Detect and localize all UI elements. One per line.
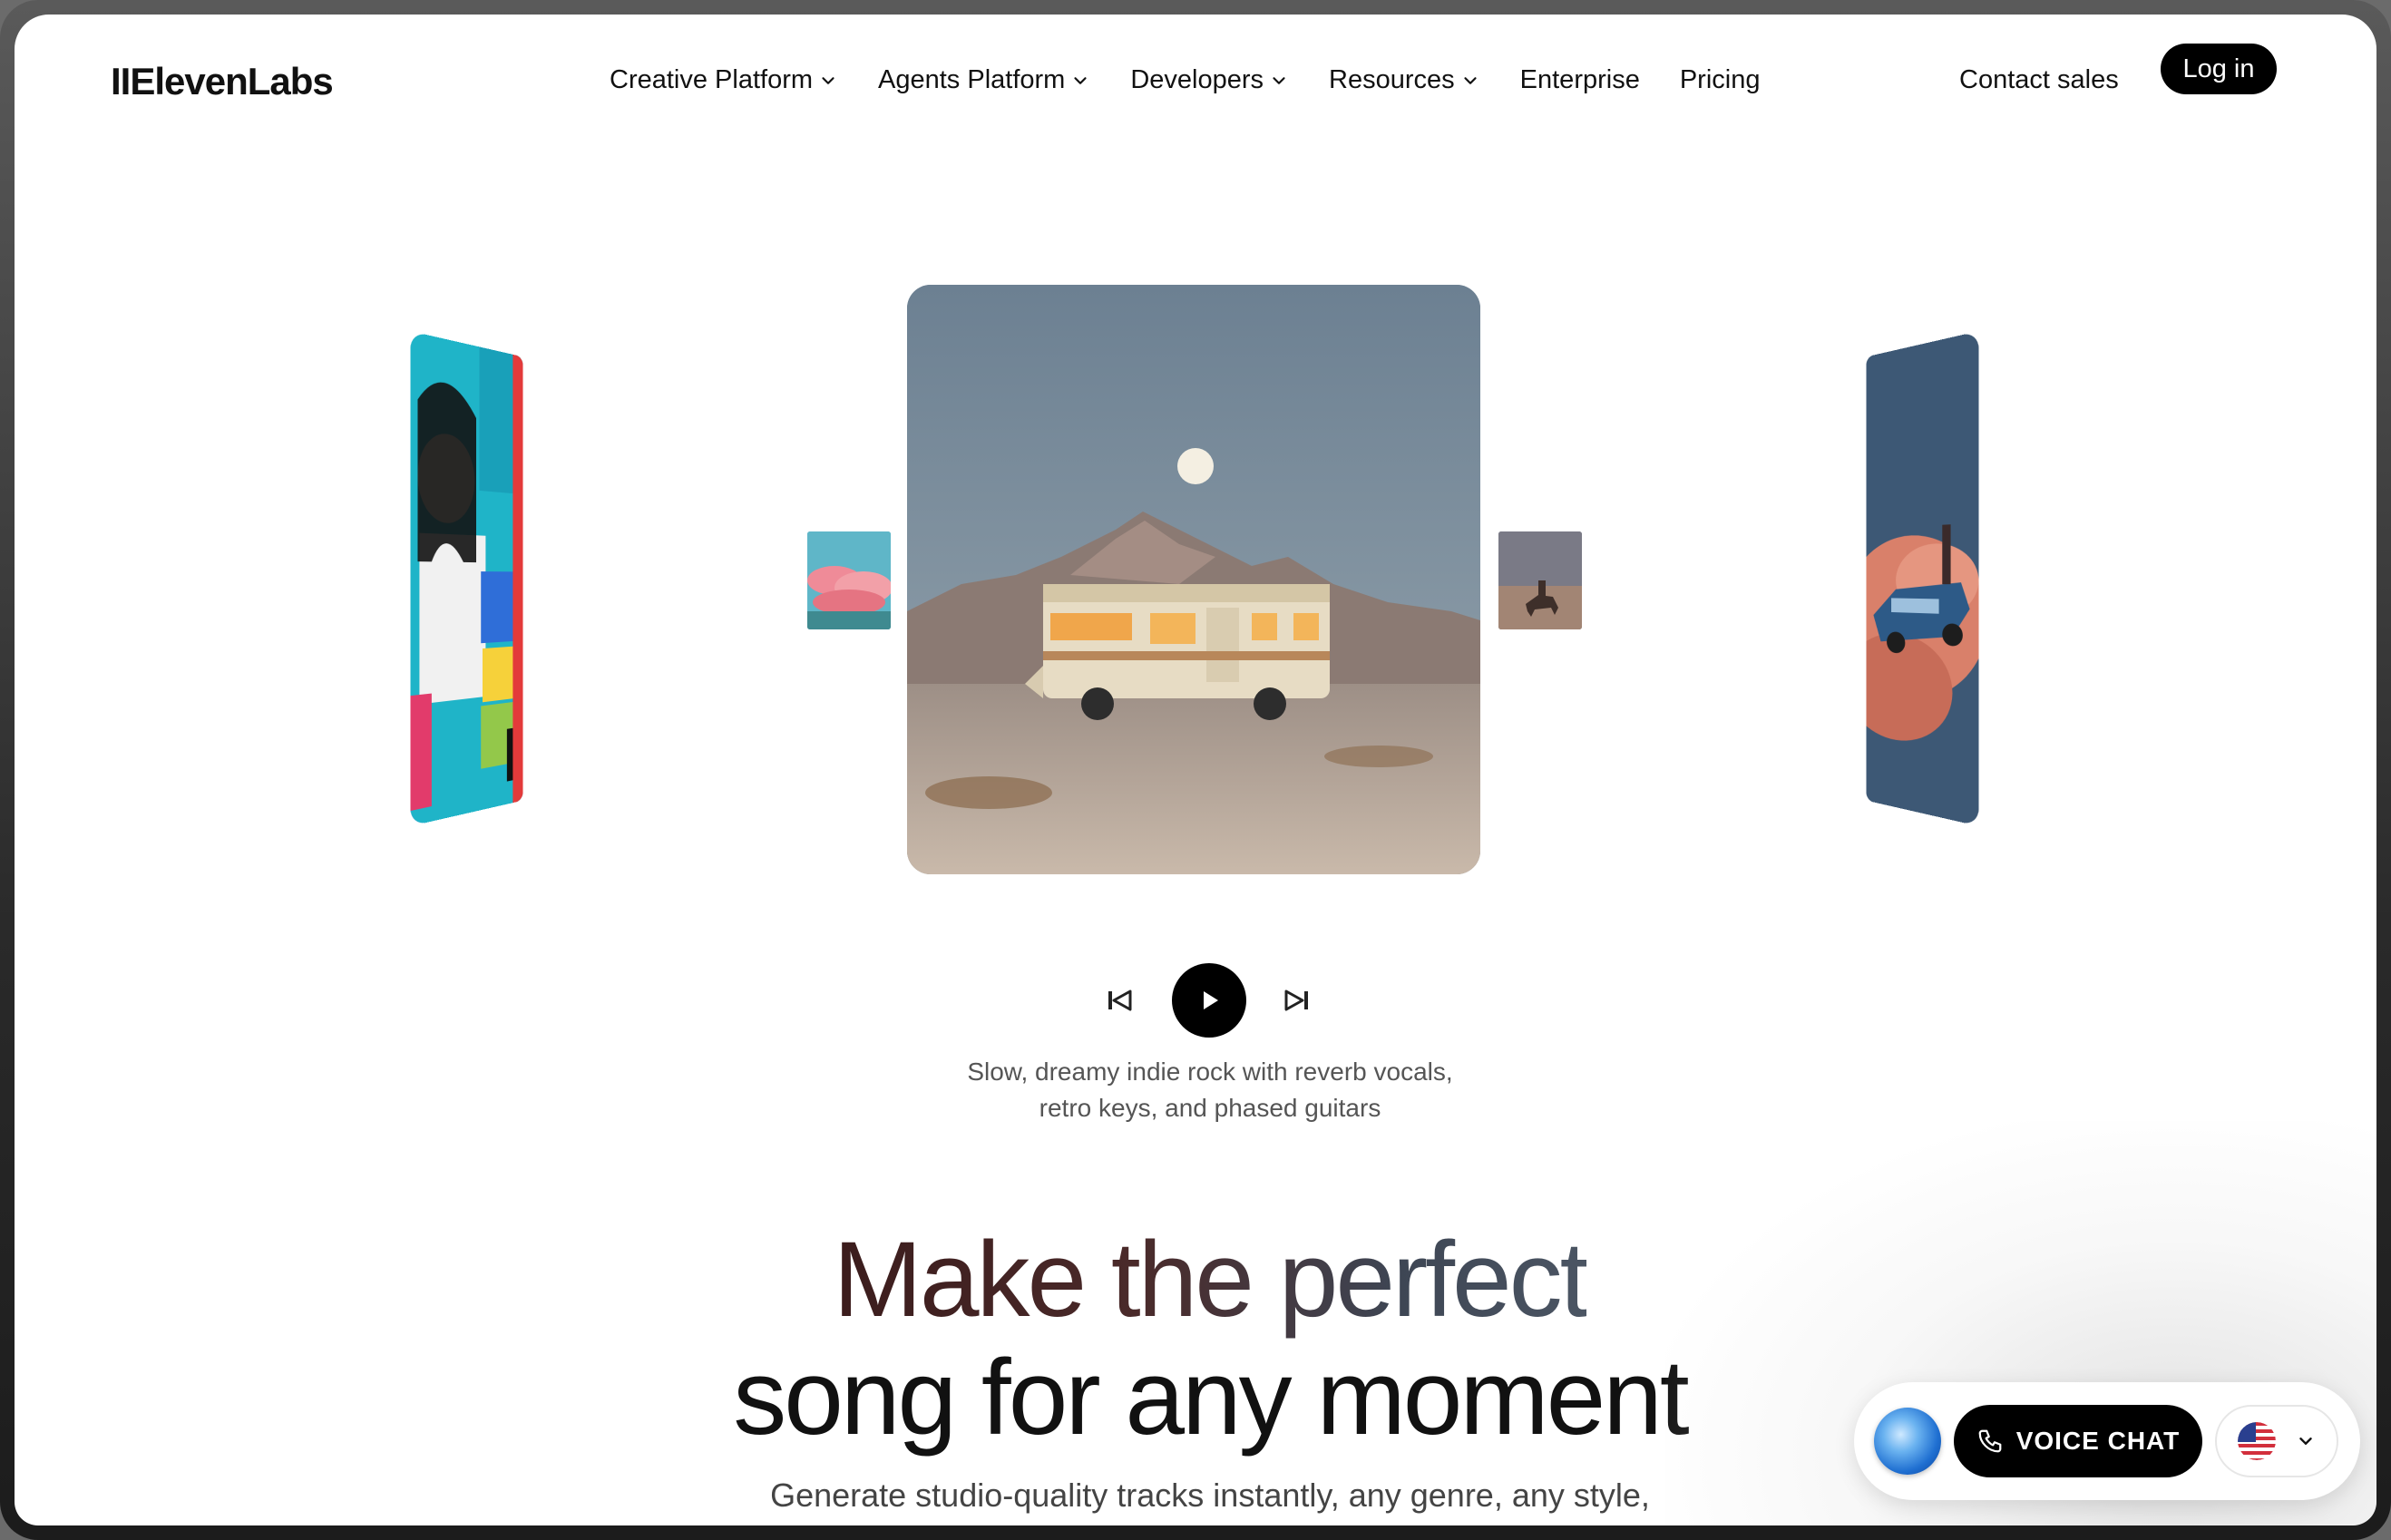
- contact-sales-link[interactable]: Contact sales: [1959, 65, 2119, 95]
- nav-creative-platform[interactable]: Creative Platform: [610, 65, 838, 95]
- nav-item-label: Agents Platform: [878, 65, 1066, 94]
- voice-chat-widget: VOICE CHAT: [1854, 1382, 2360, 1500]
- nav-item-label: Creative Platform: [610, 65, 814, 94]
- nav-item-label: Enterprise: [1519, 65, 1640, 94]
- play-button[interactable]: [1172, 963, 1246, 1038]
- us-flag-icon: [2238, 1422, 2276, 1460]
- play-icon: [1204, 991, 1218, 1009]
- carousel-thumb-right[interactable]: [1498, 531, 1582, 629]
- horse-rider-image: [1498, 531, 1582, 629]
- music-player-controls: [1101, 961, 1337, 1039]
- nav-resources[interactable]: Resources: [1329, 65, 1480, 95]
- chevron-down-icon: [1273, 76, 1285, 84]
- voice-chat-button[interactable]: VOICE CHAT: [1954, 1405, 2202, 1477]
- main-nav: Creative Platform Agents Platform Develo…: [610, 65, 1800, 95]
- carousel-card-left[interactable]: [410, 331, 523, 826]
- chevron-down-icon: [822, 76, 834, 84]
- hero-heading: Make the perfect song for any moment: [575, 1221, 1845, 1457]
- skip-next-icon[interactable]: [1279, 982, 1315, 1019]
- hero-heading-line2: song for any moment: [733, 1338, 1689, 1457]
- hero-heading-line1: Make the perfect: [833, 1220, 1590, 1340]
- voice-orb-icon[interactable]: [1874, 1408, 1941, 1475]
- device-frame: IIElevenLabs Creative Platform Agents Pl…: [0, 0, 2391, 1540]
- nav-item-label: Resources: [1329, 65, 1455, 94]
- chevron-down-icon: [2299, 1438, 2312, 1445]
- carousel-card-main[interactable]: [907, 285, 1480, 874]
- hero-subtext: Generate studio-quality tracks instantly…: [770, 1477, 1650, 1514]
- nav-agents-platform[interactable]: Agents Platform: [878, 65, 1090, 95]
- skip-previous-icon[interactable]: [1101, 982, 1137, 1019]
- carousel-card-right[interactable]: [1866, 331, 1979, 826]
- track-description-line: Slow, dreamy indie rock with reverb voca…: [967, 1058, 1453, 1086]
- collage-woman-image: [410, 331, 523, 826]
- chevron-down-icon: [1464, 76, 1477, 84]
- language-selector[interactable]: [2215, 1405, 2338, 1477]
- nav-enterprise[interactable]: Enterprise: [1520, 65, 1640, 95]
- phone-icon: [1978, 1429, 2002, 1453]
- track-description-line: retro keys, and phased guitars: [1039, 1094, 1381, 1122]
- track-description: Slow, dreamy indie rock with reverb voca…: [847, 1054, 1573, 1126]
- chevron-down-icon: [1074, 76, 1087, 84]
- browser-viewport: IIElevenLabs Creative Platform Agents Pl…: [15, 15, 2376, 1525]
- nav-item-label: Pricing: [1679, 65, 1761, 94]
- nav-item-label: Developers: [1130, 65, 1264, 94]
- rv-desert-moon-image: [907, 285, 1480, 874]
- car-on-cloud-image: [1866, 331, 1979, 826]
- nav-pricing[interactable]: Pricing: [1680, 65, 1761, 95]
- carousel-thumb-left[interactable]: [807, 531, 891, 629]
- nav-developers[interactable]: Developers: [1130, 65, 1289, 95]
- voice-chat-label: VOICE CHAT: [2015, 1427, 2181, 1455]
- login-button[interactable]: Log in: [2161, 44, 2277, 94]
- pink-clouds-image: [807, 531, 891, 629]
- elevenlabs-logo[interactable]: IIElevenLabs: [111, 60, 334, 103]
